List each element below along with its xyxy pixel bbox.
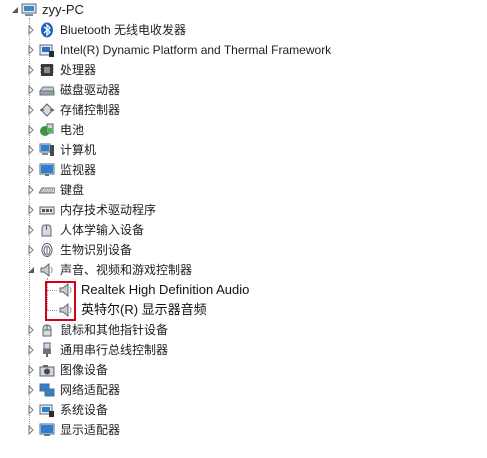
system-device-icon — [39, 402, 55, 418]
tree-child-label: 英特尔(R) 显示器音频 — [81, 302, 207, 317]
tree-item-label: 存储控制器 — [60, 103, 121, 117]
tree-item-label: 内存技术驱动程序 — [60, 203, 157, 217]
network-icon — [39, 382, 55, 398]
chip-icon — [39, 42, 55, 58]
tree-item-label: 通用串行总线控制器 — [60, 343, 169, 357]
speaker-icon — [39, 262, 55, 278]
expand-arrow-icon[interactable] — [26, 345, 36, 355]
tree-item-label: 图像设备 — [60, 363, 109, 377]
expand-arrow-icon[interactable] — [26, 45, 36, 55]
tree-item-display[interactable]: 显示适配器 — [0, 420, 487, 440]
tree-item-label: 处理器 — [60, 63, 97, 77]
disk-drive-icon — [39, 82, 55, 98]
storage-controller-icon — [39, 102, 55, 118]
tree-item-label: 键盘 — [60, 183, 85, 197]
tree-item-label: 计算机 — [60, 143, 97, 157]
expand-arrow-icon[interactable] — [26, 365, 36, 375]
tree-item-label: 网络适配器 — [60, 383, 121, 397]
expand-arrow-icon[interactable] — [26, 65, 36, 75]
expand-arrow-icon[interactable] — [26, 125, 36, 135]
tree-item-label: Intel(R) Dynamic Platform and Thermal Fr… — [60, 43, 332, 57]
tree-child-label: Realtek High Definition Audio — [81, 282, 250, 297]
tree-item-disk-drives[interactable]: 磁盘驱动器 — [0, 80, 487, 100]
tree-item-monitors[interactable]: 监视器 — [0, 160, 487, 180]
expand-arrow-icon[interactable] — [26, 405, 36, 415]
camera-icon — [39, 362, 55, 378]
display-adapter-icon — [39, 422, 55, 438]
keyboard-icon — [39, 182, 55, 198]
tree-item-memory-tech[interactable]: 内存技术驱动程序 — [0, 200, 487, 220]
tree-item-mice[interactable]: 鼠标和其他指针设备 — [0, 320, 487, 340]
hid-icon — [39, 222, 55, 238]
tree-item-computer[interactable]: 计算机 — [0, 140, 487, 160]
mouse-icon — [39, 322, 55, 338]
expand-arrow-icon[interactable] — [26, 85, 36, 95]
monitor-icon — [39, 162, 55, 178]
tree-item-imaging[interactable]: 图像设备 — [0, 360, 487, 380]
root-label: zyy-PC — [42, 2, 84, 17]
device-manager-tree: zyy-PC Bluetooth 无线电收发器 Intel(R) Dynamic… — [0, 0, 487, 458]
tree-item-label: 系统设备 — [60, 403, 109, 417]
expand-arrow-icon[interactable] — [26, 325, 36, 335]
expand-arrow-icon[interactable] — [26, 205, 36, 215]
tree-item-label: Bluetooth 无线电收发器 — [60, 23, 187, 37]
tree-item-label: 人体学输入设备 — [60, 223, 145, 237]
expand-arrow-icon[interactable] — [26, 165, 36, 175]
tree-item-label: 监视器 — [60, 163, 97, 177]
computer-icon — [39, 142, 55, 158]
tree-item-network[interactable]: 网络适配器 — [0, 380, 487, 400]
tree-item-biometric[interactable]: 生物识别设备 — [0, 240, 487, 260]
expand-arrow-icon[interactable] — [26, 385, 36, 395]
expand-arrow-icon[interactable] — [26, 105, 36, 115]
expand-arrow-icon[interactable] — [26, 425, 36, 435]
tree-item-sound[interactable]: 声音、视频和游戏控制器 — [0, 260, 487, 280]
expand-arrow-icon[interactable] — [26, 145, 36, 155]
tree-item-label: 磁盘驱动器 — [60, 83, 121, 97]
tree-child-intel-display-audio[interactable]: 英特尔(R) 显示器音频 — [0, 300, 487, 320]
tree-item-label: 声音、视频和游戏控制器 — [60, 263, 193, 277]
tree-item-label: 鼠标和其他指针设备 — [60, 323, 169, 337]
tree-child-realtek[interactable]: Realtek High Definition Audio — [0, 280, 487, 300]
speaker-icon — [58, 302, 74, 318]
computer-icon — [21, 2, 37, 18]
tree-item-intel-dptf[interactable]: Intel(R) Dynamic Platform and Thermal Fr… — [0, 40, 487, 60]
bluetooth-icon — [39, 22, 55, 38]
expand-arrow-icon[interactable] — [26, 185, 36, 195]
tree-item-label: 显示适配器 — [60, 423, 121, 437]
tree-item-keyboards[interactable]: 键盘 — [0, 180, 487, 200]
memory-icon — [39, 202, 55, 218]
tree-item-storage-controllers[interactable]: 存储控制器 — [0, 100, 487, 120]
tree-item-label: 生物识别设备 — [60, 243, 133, 257]
tree-item-hid[interactable]: 人体学输入设备 — [0, 220, 487, 240]
tree-item-system[interactable]: 系统设备 — [0, 400, 487, 420]
battery-icon — [39, 122, 55, 138]
usb-icon — [39, 342, 55, 358]
processor-icon — [39, 62, 55, 78]
expand-arrow-icon[interactable] — [26, 245, 36, 255]
fingerprint-icon — [39, 242, 55, 258]
tree-item-processors[interactable]: 处理器 — [0, 60, 487, 80]
tree-item-label: 电池 — [60, 123, 85, 137]
speaker-icon — [58, 282, 74, 298]
expand-arrow-icon[interactable] — [26, 25, 36, 35]
expand-arrow-icon[interactable] — [26, 225, 36, 235]
tree-item-batteries[interactable]: 电池 — [0, 120, 487, 140]
collapse-arrow-icon[interactable] — [26, 265, 36, 275]
collapse-arrow-icon[interactable] — [10, 5, 20, 15]
tree-root-row[interactable]: zyy-PC — [0, 0, 487, 20]
tree-item-usb[interactable]: 通用串行总线控制器 — [0, 340, 487, 360]
tree-item-bluetooth[interactable]: Bluetooth 无线电收发器 — [0, 20, 487, 40]
